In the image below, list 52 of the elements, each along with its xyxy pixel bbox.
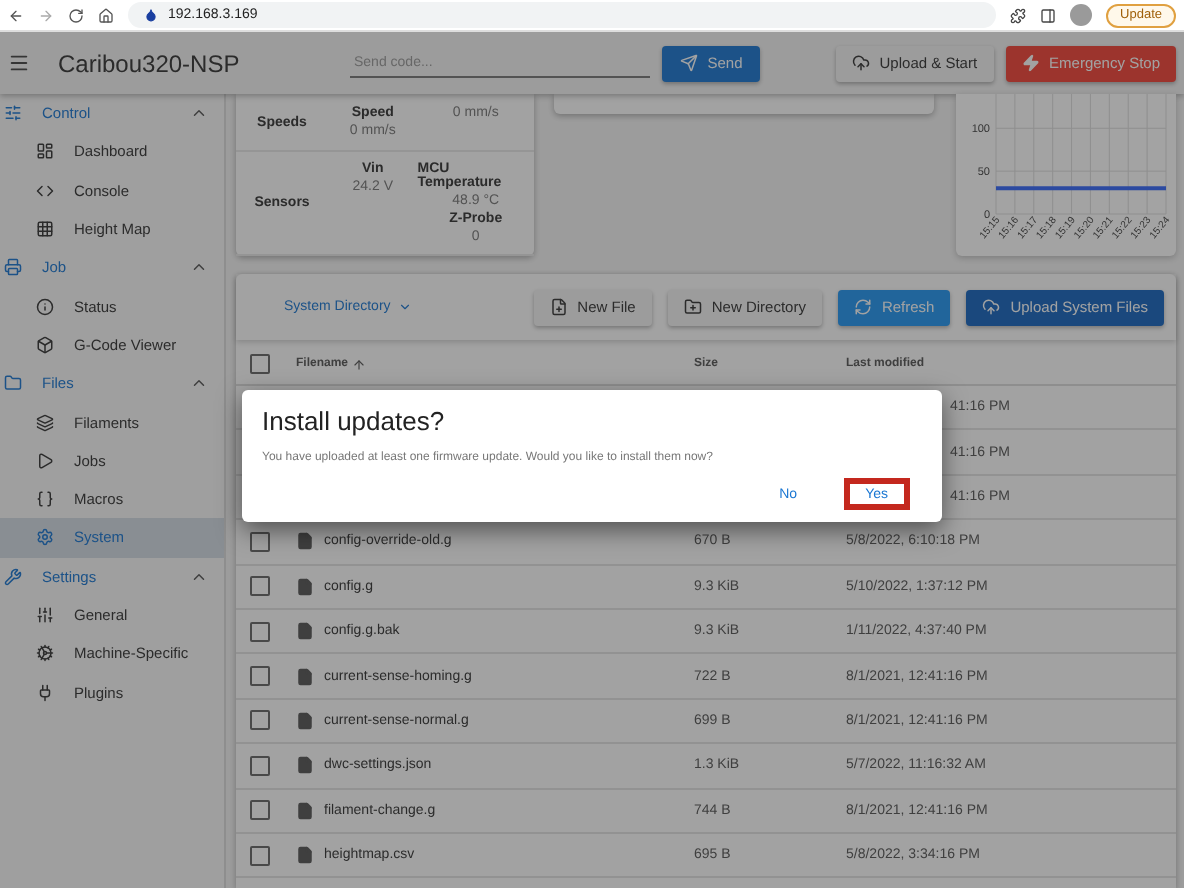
- file-icon: [296, 532, 314, 551]
- dialog-title: Install updates?: [262, 406, 447, 436]
- avatar[interactable]: [1070, 4, 1093, 26]
- folder-icon: [4, 374, 22, 393]
- cog-icon: [36, 644, 54, 663]
- play-icon: [36, 451, 54, 470]
- file-plus-icon: [549, 298, 568, 316]
- sliders-icon: [36, 606, 54, 624]
- dashboard-icon: [36, 142, 54, 161]
- back-icon[interactable]: [8, 7, 24, 23]
- side-panel-icon[interactable]: [1040, 7, 1057, 23]
- settings-icon: [36, 528, 54, 547]
- checkbox[interactable]: [250, 666, 270, 687]
- cloud-upload-icon: [851, 54, 870, 72]
- code-icon: [36, 181, 54, 200]
- file-icon: [296, 577, 314, 596]
- info-icon: [36, 297, 54, 316]
- cube-icon: [36, 335, 54, 354]
- send-icon: [679, 54, 698, 72]
- lightning-icon: [1021, 54, 1040, 72]
- menu-icon[interactable]: [8, 52, 30, 74]
- cloud-upload-icon: [982, 298, 1001, 316]
- checkbox[interactable]: [250, 845, 270, 866]
- sliders-icon: [4, 104, 22, 123]
- checkbox[interactable]: [250, 531, 270, 552]
- file-icon: [296, 801, 314, 820]
- drop-icon: [144, 8, 158, 22]
- grid-icon: [36, 220, 54, 239]
- checkbox[interactable]: [250, 621, 270, 642]
- checkbox[interactable]: [250, 710, 270, 731]
- app-title: Caribou320-NSP: [58, 49, 242, 77]
- checkbox[interactable]: [250, 354, 270, 374]
- printer-icon: [4, 258, 22, 277]
- layers-icon: [36, 413, 54, 432]
- forward-icon[interactable]: [38, 7, 54, 23]
- file-icon: [296, 711, 314, 730]
- checkbox[interactable]: [250, 755, 270, 776]
- home-icon[interactable]: [98, 7, 114, 23]
- file-icon: [296, 622, 314, 641]
- reload-icon[interactable]: [68, 7, 84, 23]
- wrench-icon: [4, 567, 22, 586]
- file-icon: [296, 846, 314, 865]
- checkbox[interactable]: [250, 800, 270, 821]
- braces-icon: [36, 490, 54, 509]
- puzzle-icon[interactable]: [1010, 7, 1027, 23]
- plug-icon: [36, 683, 54, 702]
- refresh-icon: [853, 298, 872, 316]
- checkbox[interactable]: [250, 576, 270, 597]
- file-icon: [296, 756, 314, 775]
- file-icon: [296, 667, 314, 686]
- folder-plus-icon: [683, 298, 702, 316]
- caret-icon: [398, 300, 413, 314]
